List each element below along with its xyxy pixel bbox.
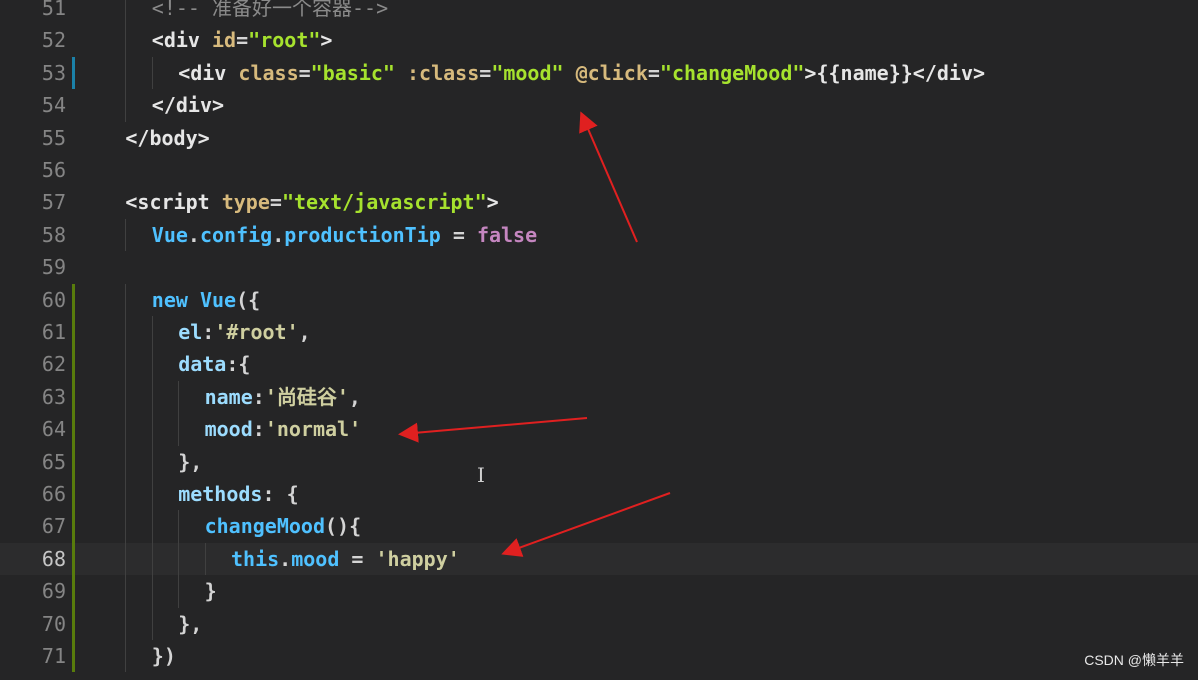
watermark: CSDN @懒羊羊	[1084, 652, 1184, 668]
arrow-to-mood-data	[398, 417, 588, 443]
arrow-to-mood-class	[579, 111, 638, 243]
annotation-arrows	[398, 111, 671, 557]
arrow-to-change-mood	[501, 492, 671, 557]
text-cursor-icon: I	[477, 463, 485, 487]
